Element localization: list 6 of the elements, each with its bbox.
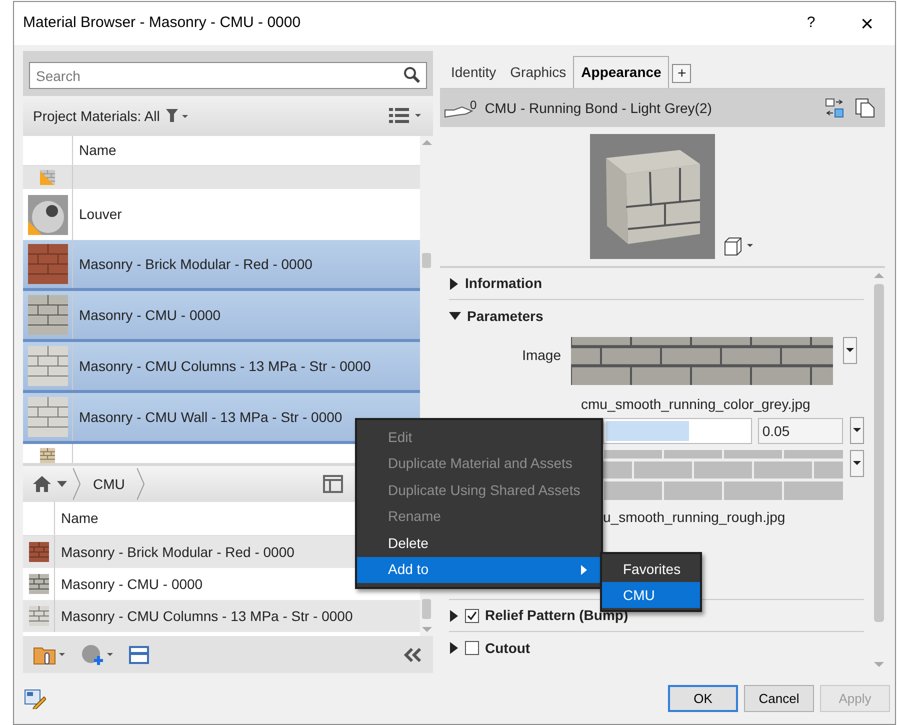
parameter-label: Image	[521, 346, 562, 365]
window-title: Material Browser - Masonry - CMU - 0000	[23, 13, 301, 34]
file-name: u_smooth_running_rough.jpg	[603, 508, 786, 525]
file-name: cmu_smooth_running_color_grey.jpg	[581, 395, 812, 412]
usage-count: 0	[470, 97, 477, 114]
asset-name: CMU - Running Bond - Light Grey(2)	[484, 98, 712, 118]
